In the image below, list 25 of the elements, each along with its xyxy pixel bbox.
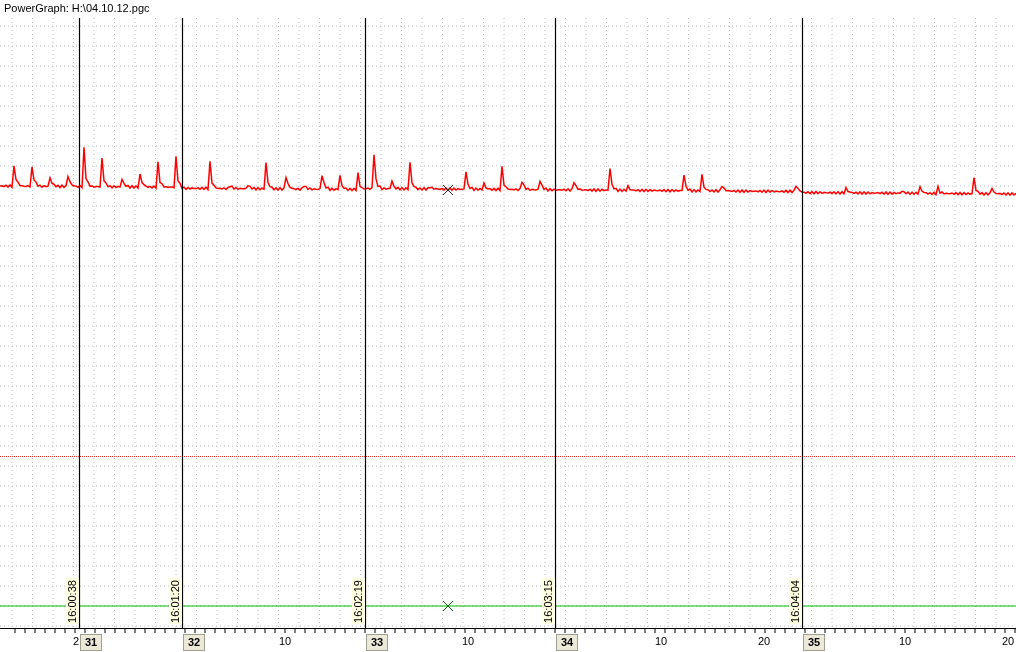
axis-tick-label: 10: [278, 634, 292, 649]
axis-tick-label: 20: [1001, 634, 1015, 649]
marker-time-label: 16:03:15: [542, 578, 555, 624]
axis-tick-label: 10: [898, 634, 912, 649]
marker-line[interactable]: [78, 17, 81, 629]
marker-time-label: 16:00:38: [66, 578, 79, 624]
axis-tick-label: 20: [757, 634, 771, 649]
marker-line[interactable]: [364, 17, 367, 629]
axis-tick-label: 10: [654, 634, 668, 649]
marker-line[interactable]: [801, 17, 804, 629]
marker-number-tag[interactable]: 34: [556, 634, 579, 651]
cursor-cross-icon[interactable]: [442, 600, 454, 612]
marker-number-tag[interactable]: 33: [366, 634, 389, 651]
axis-tick-label: 2: [73, 634, 80, 649]
marker-time-label: 16:04:04: [789, 578, 802, 624]
marker-time-label: 16:02:19: [352, 578, 365, 624]
marker-line[interactable]: [181, 17, 184, 629]
marker-number-tag[interactable]: 32: [183, 634, 206, 651]
marker-number-tag[interactable]: 35: [803, 634, 826, 651]
window-title: PowerGraph: H:\04.10.12.pgc: [4, 2, 150, 15]
axis-tick-label: 10: [461, 634, 475, 649]
marker-time-label: 16:01:20: [169, 578, 182, 624]
marker-line[interactable]: [554, 17, 557, 629]
cursor-cross-icon[interactable]: [442, 184, 454, 196]
marker-number-tag[interactable]: 31: [80, 634, 103, 651]
